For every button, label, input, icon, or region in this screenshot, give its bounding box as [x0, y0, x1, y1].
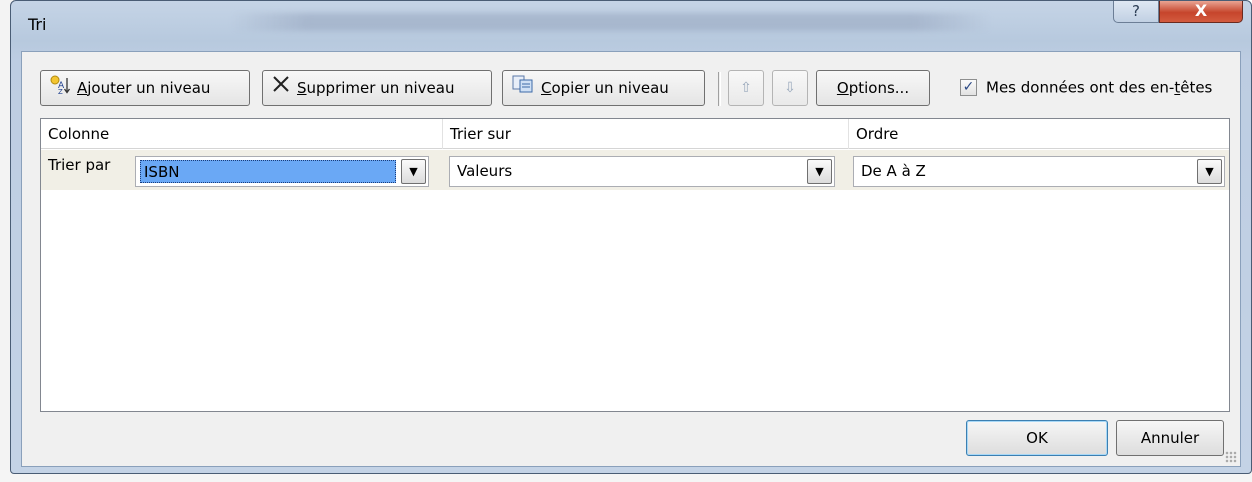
- sort-on-select[interactable]: Valeurs ▼: [449, 156, 835, 187]
- blurred-background-title: [231, 13, 991, 31]
- add-level-mnemonic: A: [77, 79, 88, 97]
- move-up-button[interactable]: ⇧: [728, 70, 764, 106]
- title-bar[interactable]: Tri ? X: [11, 1, 1251, 51]
- copy-icon: [511, 72, 535, 106]
- column-header-ordre: Ordre: [856, 125, 899, 143]
- delete-x-icon: [271, 72, 291, 106]
- toolbar-separator: [718, 72, 721, 106]
- order-dropdown-arrow-icon[interactable]: ▼: [1197, 159, 1222, 184]
- help-button[interactable]: ?: [1113, 1, 1159, 23]
- options-mnemonic: O: [836, 79, 849, 97]
- cancel-button[interactable]: Annuler: [1116, 420, 1224, 456]
- row-label-trier-par: Trier par: [48, 156, 111, 174]
- sort-on-dropdown-arrow-icon[interactable]: ▼: [807, 159, 832, 184]
- sort-levels-grid: Colonne Trier sur Ordre Trier par ISBN ▼…: [40, 118, 1230, 412]
- add-level-label: jouter un niveau: [87, 79, 211, 97]
- order-select-value: De A à Z: [861, 162, 926, 180]
- column-header-colonne: Colonne: [41, 119, 443, 149]
- sort-level-row[interactable]: Trier par ISBN ▼ Valeurs ▼ De A à Z ▼: [41, 150, 1229, 190]
- copy-level-mnemonic: C: [541, 79, 552, 97]
- arrow-up-icon: ⇧: [740, 80, 752, 96]
- resize-grip[interactable]: [1225, 451, 1237, 463]
- delete-level-button[interactable]: Supprimer un niveau: [262, 70, 492, 106]
- close-button[interactable]: X: [1159, 1, 1243, 23]
- headers-checkbox-label-start: Mes données ont des en-: [986, 78, 1175, 97]
- order-select[interactable]: De A à Z ▼: [853, 156, 1225, 187]
- column-select-value: ISBN: [140, 160, 396, 183]
- move-down-button[interactable]: ⇩: [772, 70, 808, 106]
- headers-checkbox-label-end: êtes: [1180, 78, 1213, 97]
- headers-checkbox[interactable]: ✓: [960, 79, 977, 96]
- add-level-button[interactable]: A Z Ajouter un niveau: [40, 70, 250, 106]
- add-level-icon: A Z: [49, 72, 71, 106]
- ok-button[interactable]: OK: [966, 420, 1108, 456]
- headers-checkbox-group[interactable]: ✓ Mes données ont des en-têtes: [960, 78, 1212, 100]
- options-button[interactable]: Options...: [816, 70, 930, 106]
- dialog-client-area: A Z Ajouter un niveau Supprimer un nivea…: [21, 51, 1241, 467]
- arrow-down-icon: ⇩: [784, 80, 796, 96]
- grid-header: Colonne Trier sur Ordre: [41, 119, 1229, 149]
- copy-level-label: opier un niveau: [551, 79, 669, 97]
- dialog-title: Tri: [28, 15, 47, 34]
- column-header-trier-sur: Trier sur: [443, 119, 849, 149]
- copy-level-button[interactable]: Copier un niveau: [502, 70, 705, 106]
- sort-dialog: Tri ? X A Z Ajouter un niveau Supprimer …: [10, 0, 1252, 474]
- toolbar: A Z Ajouter un niveau Supprimer un nivea…: [22, 52, 1240, 118]
- column-dropdown-arrow-icon[interactable]: ▼: [401, 159, 426, 184]
- options-label: ptions...: [848, 79, 910, 97]
- delete-level-mnemonic: S: [297, 79, 307, 97]
- sort-on-select-value: Valeurs: [457, 162, 513, 180]
- column-select[interactable]: ISBN ▼: [135, 156, 429, 187]
- delete-level-label: upprimer un niveau: [306, 79, 455, 97]
- svg-text:Z: Z: [58, 88, 63, 94]
